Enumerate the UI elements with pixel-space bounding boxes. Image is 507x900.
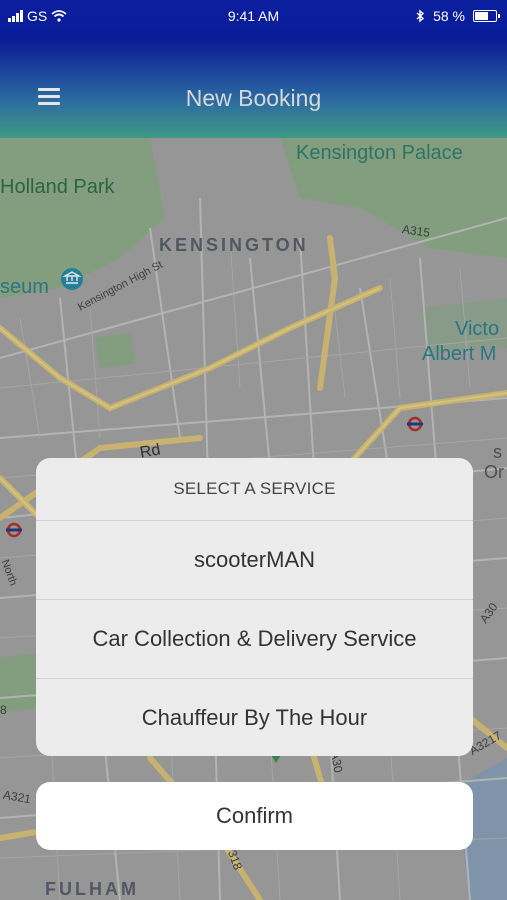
battery-percent: 58 % [433, 8, 465, 24]
status-bar: GS 9:41 AM 58 % [0, 0, 507, 32]
confirm-button[interactable]: Confirm [36, 782, 473, 850]
bluetooth-icon [416, 9, 425, 23]
service-option-car-collection[interactable]: Car Collection & Delivery Service [36, 600, 473, 679]
service-option-scooterman[interactable]: scooterMAN [36, 521, 473, 600]
battery-icon [473, 10, 500, 22]
page-title: New Booking [185, 85, 322, 111]
action-sheet-title: SELECT A SERVICE [36, 458, 473, 521]
service-option-chauffeur[interactable]: Chauffeur By The Hour [36, 679, 473, 756]
service-action-sheet: SELECT A SERVICE scooterMAN Car Collecti… [36, 458, 473, 756]
